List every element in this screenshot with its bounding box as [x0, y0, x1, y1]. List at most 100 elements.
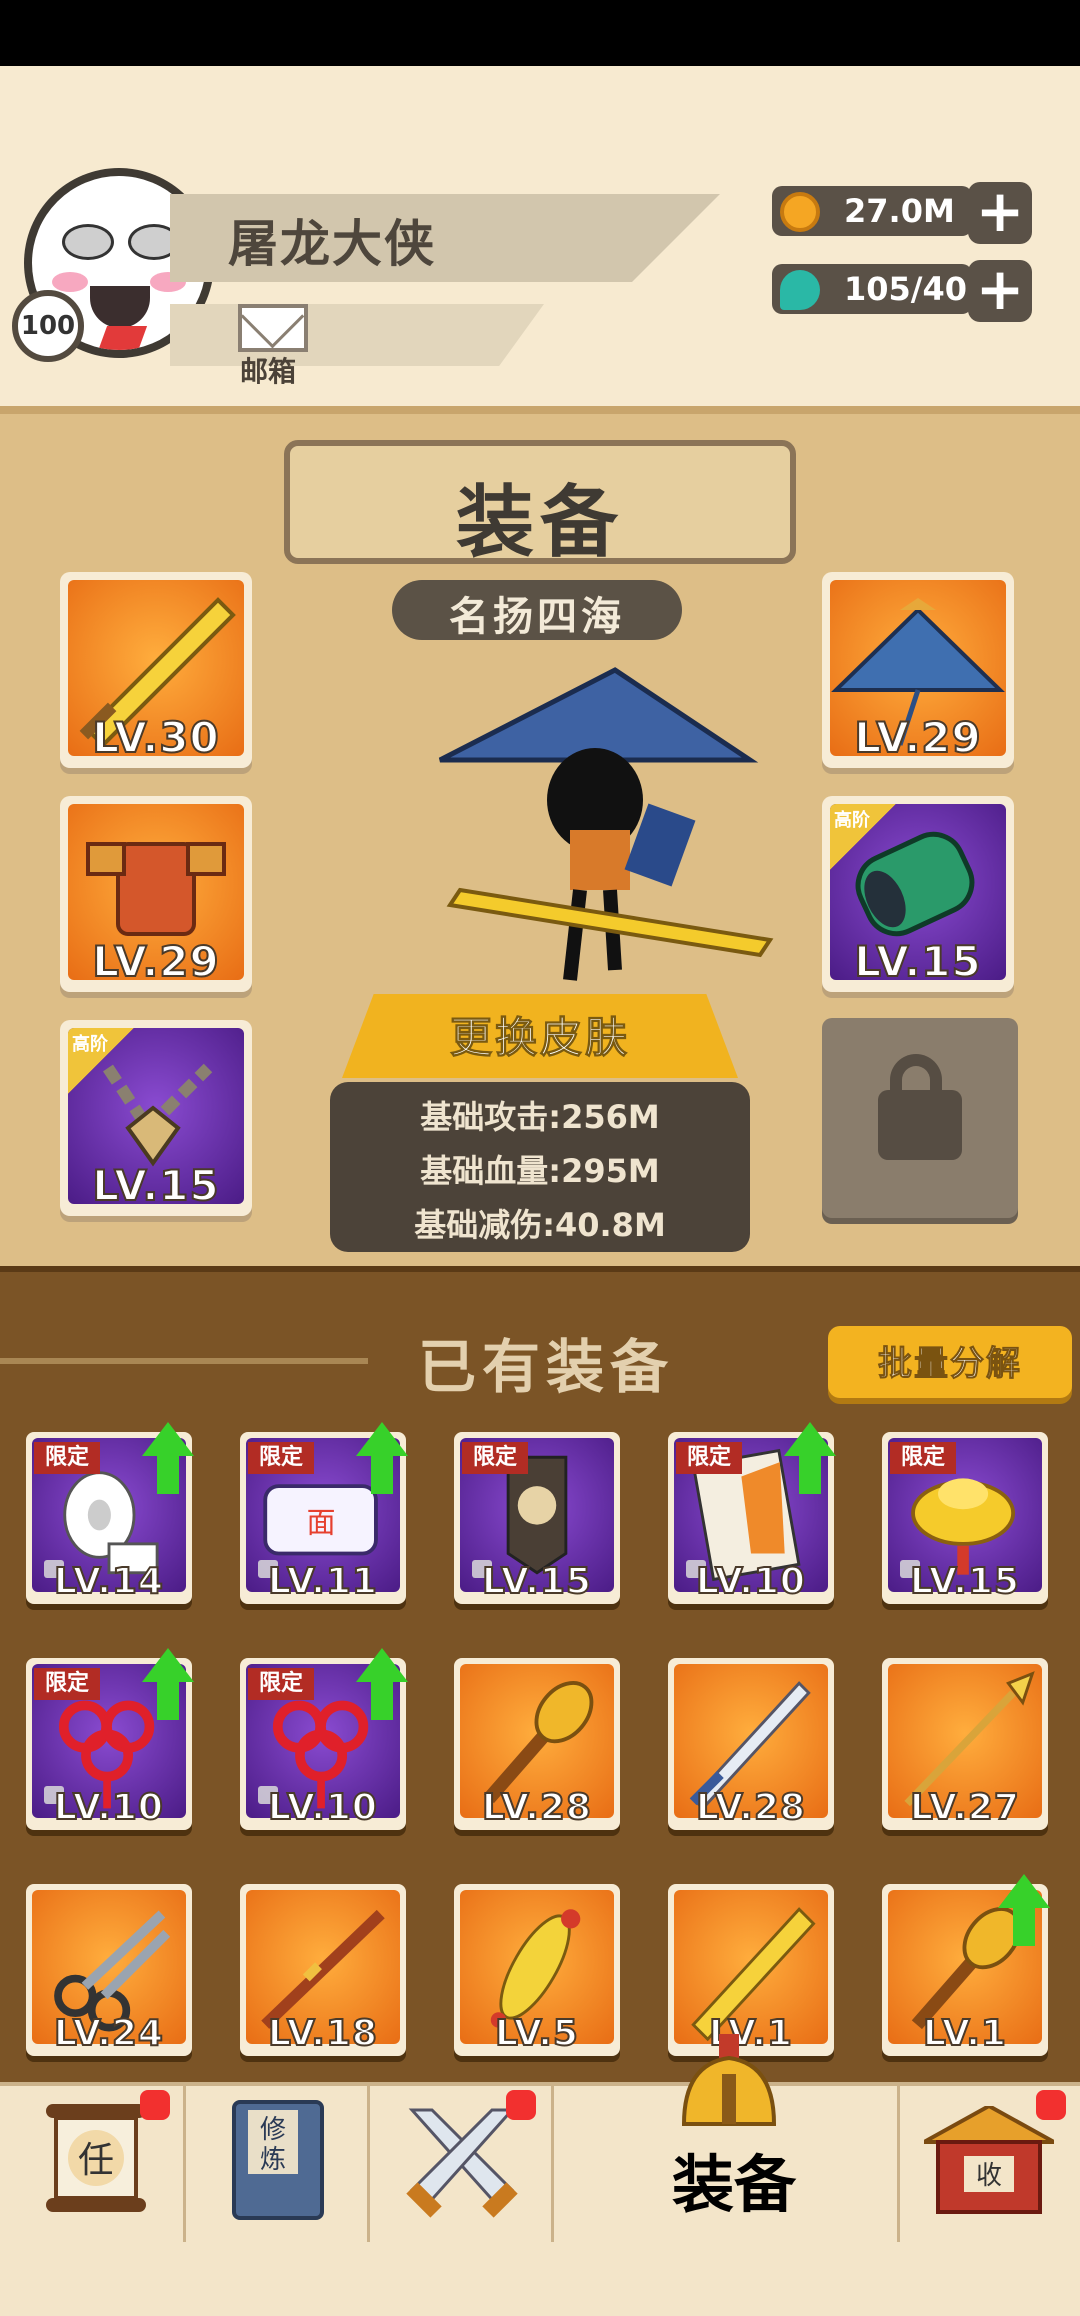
- hero-character: [438, 667, 774, 981]
- owned-item[interactable]: LV.18: [240, 1884, 406, 2056]
- equip-slot-necklace[interactable]: 高阶 LV.15: [60, 1020, 252, 1216]
- status-bar: [0, 0, 1080, 66]
- upgrade-arrow-icon: [356, 1422, 408, 1498]
- limited-tag: 限定: [248, 1442, 314, 1474]
- owned-item[interactable]: LV.28: [668, 1658, 834, 1830]
- upgrade-arrow-icon: [998, 1874, 1050, 1950]
- jade-counter: 105/40 +: [772, 260, 1037, 322]
- upgrade-arrow-icon: [356, 1648, 408, 1724]
- owned-equipment-title: 已有装备: [418, 1333, 675, 1401]
- owned-item[interactable]: LV.28: [454, 1658, 620, 1830]
- crossed-swords-icon: [406, 2108, 518, 2218]
- batch-dismantle-button[interactable]: 批量分解: [828, 1326, 1072, 1398]
- owned-item[interactable]: LV.5: [454, 1884, 620, 2056]
- nav-equipment-label: 装备: [672, 2148, 797, 2221]
- jade-value: 105/40: [844, 270, 968, 308]
- item-level: LV.28: [481, 1786, 592, 1829]
- slot-level: LV.29: [91, 936, 220, 987]
- nav-quest[interactable]: 任: [0, 2086, 186, 2242]
- item-level: LV.1: [922, 2012, 1007, 2055]
- svg-text:面: 面: [307, 1505, 336, 1539]
- mail-plate: [170, 304, 544, 366]
- batch-dismantle-label: 批量分解: [878, 1344, 1022, 1385]
- player-name: 屠龙大侠: [228, 215, 436, 273]
- svg-text:收: 收: [976, 2161, 1002, 2191]
- owned-item[interactable]: LV.27: [882, 1658, 1048, 1830]
- mail-label: 邮箱: [240, 355, 297, 388]
- item-level: LV.27: [909, 1786, 1020, 1829]
- equip-slot-armor[interactable]: LV.29: [60, 796, 252, 992]
- stat-health: 基础血量:295M: [420, 1152, 660, 1190]
- svg-text:任: 任: [78, 2140, 114, 2181]
- equip-slot-hat[interactable]: LV.29: [822, 572, 1014, 768]
- stat-damage-reduction: 基础减伤:40.8M: [414, 1206, 666, 1244]
- item-level: LV.15: [481, 1560, 592, 1603]
- slot-level: LV.30: [91, 712, 220, 763]
- upgrade-arrow-icon: [142, 1422, 194, 1498]
- nav-battle[interactable]: [370, 2086, 554, 2242]
- notification-dot: [140, 2090, 170, 2120]
- envelope-icon: [238, 304, 308, 352]
- equipment-title-banner: 装备: [284, 440, 796, 568]
- shop-collect-icon: 收: [924, 2106, 1054, 2214]
- honor-title: 名扬四海: [449, 594, 625, 640]
- item-level: LV.18: [267, 2012, 378, 2055]
- item-level: LV.10: [695, 1560, 806, 1603]
- item-level: LV.10: [267, 1786, 378, 1829]
- owned-item[interactable]: 限定 LV.10: [240, 1648, 408, 1830]
- nav-cultivation[interactable]: 修 炼: [186, 2086, 370, 2242]
- item-level: LV.24: [53, 2012, 164, 2055]
- owned-item[interactable]: 面 限定 LV.11: [240, 1422, 408, 1604]
- limited-tag: 限定: [248, 1668, 314, 1700]
- item-level: LV.11: [267, 1560, 378, 1603]
- upgrade-arrow-icon: [784, 1422, 836, 1498]
- slot-level: LV.15: [91, 1160, 220, 1211]
- notification-dot: [1036, 2090, 1066, 2120]
- nav-shop[interactable]: 收: [900, 2086, 1080, 2242]
- owned-item[interactable]: 限定 LV.14: [26, 1422, 194, 1604]
- coin-value: 27.0M: [844, 192, 955, 230]
- player-level-badge: 100: [12, 290, 84, 362]
- cultivation-book-icon: 修 炼: [232, 2100, 324, 2220]
- limited-tag: 限定: [462, 1442, 528, 1474]
- item-level: LV.28: [695, 1786, 806, 1829]
- change-skin-button[interactable]: 更换皮肤: [342, 994, 738, 1078]
- base-stats-panel: 基础攻击:256M 基础血量:295M 基础减伤:40.8M: [330, 1082, 750, 1252]
- equipment-title: 装备: [455, 478, 624, 568]
- owned-item[interactable]: LV.24: [26, 1884, 192, 2056]
- owned-item[interactable]: 限定 LV.10: [26, 1648, 194, 1830]
- change-skin-label: 更换皮肤: [449, 1013, 630, 1063]
- system-nav-area: [0, 2246, 1080, 2316]
- nav-equipment[interactable]: 装备: [554, 2034, 900, 2242]
- quest-scroll-icon: 任: [46, 2104, 146, 2212]
- slot-level: LV.15: [853, 936, 982, 987]
- divider: [0, 1358, 368, 1364]
- honor-title-banner[interactable]: 名扬四海: [392, 580, 682, 640]
- equip-slot-weapon[interactable]: LV.30: [60, 572, 252, 768]
- limited-tag: 限定: [34, 1668, 100, 1700]
- limited-tag: 限定: [890, 1442, 956, 1474]
- owned-item[interactable]: 限定 LV.15: [454, 1432, 620, 1604]
- owned-item[interactable]: LV.1: [882, 1874, 1050, 2056]
- stat-attack: 基础攻击:256M: [420, 1098, 660, 1136]
- owned-item[interactable]: 限定 LV.15: [882, 1432, 1048, 1604]
- svg-text:炼: 炼: [260, 2145, 286, 2175]
- item-level: LV.15: [909, 1560, 1020, 1603]
- equip-slot-locked[interactable]: [822, 1018, 1018, 1218]
- item-level: LV.10: [53, 1786, 164, 1829]
- owned-item[interactable]: LV.1: [668, 1884, 834, 2056]
- mail-button[interactable]: 邮箱: [232, 304, 316, 388]
- upgrade-arrow-icon: [142, 1648, 194, 1724]
- add-jade-button[interactable]: +: [968, 260, 1032, 322]
- slot-level: LV.29: [853, 712, 982, 763]
- svg-text:修: 修: [260, 2115, 286, 2145]
- limited-tag: 限定: [34, 1442, 100, 1474]
- limited-tag: 限定: [676, 1442, 742, 1474]
- coin-counter: 27.0M +: [772, 182, 1037, 244]
- add-coin-button[interactable]: +: [968, 182, 1032, 244]
- item-level: LV.14: [53, 1560, 164, 1603]
- owned-item[interactable]: 限定 LV.10: [668, 1422, 836, 1604]
- notification-dot: [506, 2090, 536, 2120]
- equip-slot-bracer[interactable]: 高阶 LV.15: [822, 796, 1014, 992]
- equipment-helmet-icon: [681, 2034, 777, 2126]
